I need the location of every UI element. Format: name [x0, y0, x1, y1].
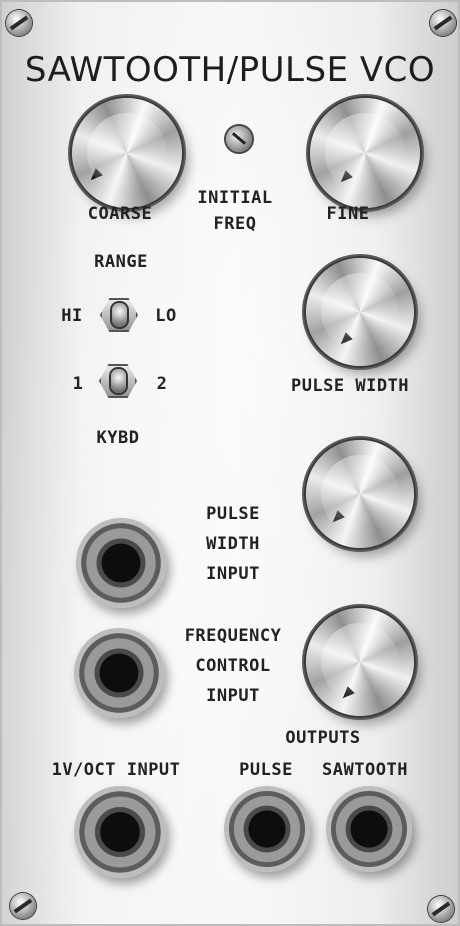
pw-input-label-1: PULSE — [206, 504, 260, 524]
frequency-control-input-jack[interactable] — [74, 628, 164, 718]
coarse-knob-pointer-icon — [87, 168, 103, 184]
frequency-control-knob-pointer-icon — [339, 686, 355, 702]
range-label: RANGE — [94, 252, 148, 272]
frequency-control-knob[interactable] — [306, 608, 414, 716]
kybd-1-label: 1 — [72, 374, 84, 394]
range-hi-label: HI — [61, 306, 83, 326]
coarse-label: COARSE — [87, 204, 153, 224]
initial-freq-label-2: FREQ — [213, 214, 257, 234]
range-lo-label: LO — [155, 306, 177, 326]
pulse-width-mod-knob-pointer-icon — [329, 510, 345, 526]
fc-input-label-3: INPUT — [206, 686, 260, 706]
outputs-label: OUTPUTS — [285, 728, 361, 748]
kybd-toggle-switch[interactable] — [97, 362, 141, 402]
screw-bottom-right — [428, 896, 454, 922]
screw-bottom-left — [10, 893, 36, 919]
pulse-width-input-jack[interactable] — [76, 518, 166, 608]
fine-label: FINE — [326, 204, 370, 224]
kybd-2-label: 2 — [156, 374, 168, 394]
kybd-label: KYBD — [96, 428, 140, 448]
pulse-output-label: PULSE — [239, 760, 293, 780]
pulse-output-jack[interactable] — [224, 786, 310, 872]
fc-input-label-2: CONTROL — [195, 656, 271, 676]
screw-top-right — [430, 10, 456, 36]
pulse-width-label: PULSE WIDTH — [290, 376, 410, 396]
initial-freq-trimpot[interactable] — [226, 126, 252, 152]
kybd-switch-lever — [111, 369, 126, 393]
range-switch-lever — [112, 303, 127, 327]
pulse-width-knob[interactable] — [306, 258, 414, 366]
fine-knob[interactable] — [310, 98, 420, 208]
sawtooth-output-label: SAWTOOTH — [322, 760, 408, 780]
pw-input-label-3: INPUT — [206, 564, 260, 584]
screw-top-left — [6, 10, 32, 36]
sawtooth-output-jack[interactable] — [326, 786, 412, 872]
fine-knob-pointer-icon — [337, 170, 353, 186]
v-oct-input-jack[interactable] — [74, 786, 166, 878]
vco-front-panel: SAWTOOTH/PULSE VCO COARSE INITIAL FREQ F… — [0, 0, 460, 926]
initial-freq-label-1: INITIAL — [197, 188, 273, 208]
range-toggle-switch[interactable] — [98, 296, 142, 336]
coarse-knob[interactable] — [72, 98, 182, 208]
pw-input-label-2: WIDTH — [206, 534, 260, 554]
v-oct-input-label: 1V/OCT INPUT — [51, 760, 181, 780]
module-title: SAWTOOTH/PULSE VCO — [24, 50, 436, 90]
pulse-width-knob-pointer-icon — [337, 332, 353, 348]
fc-input-label-1: FREQUENCY — [184, 626, 282, 646]
pulse-width-mod-knob[interactable] — [306, 440, 414, 548]
